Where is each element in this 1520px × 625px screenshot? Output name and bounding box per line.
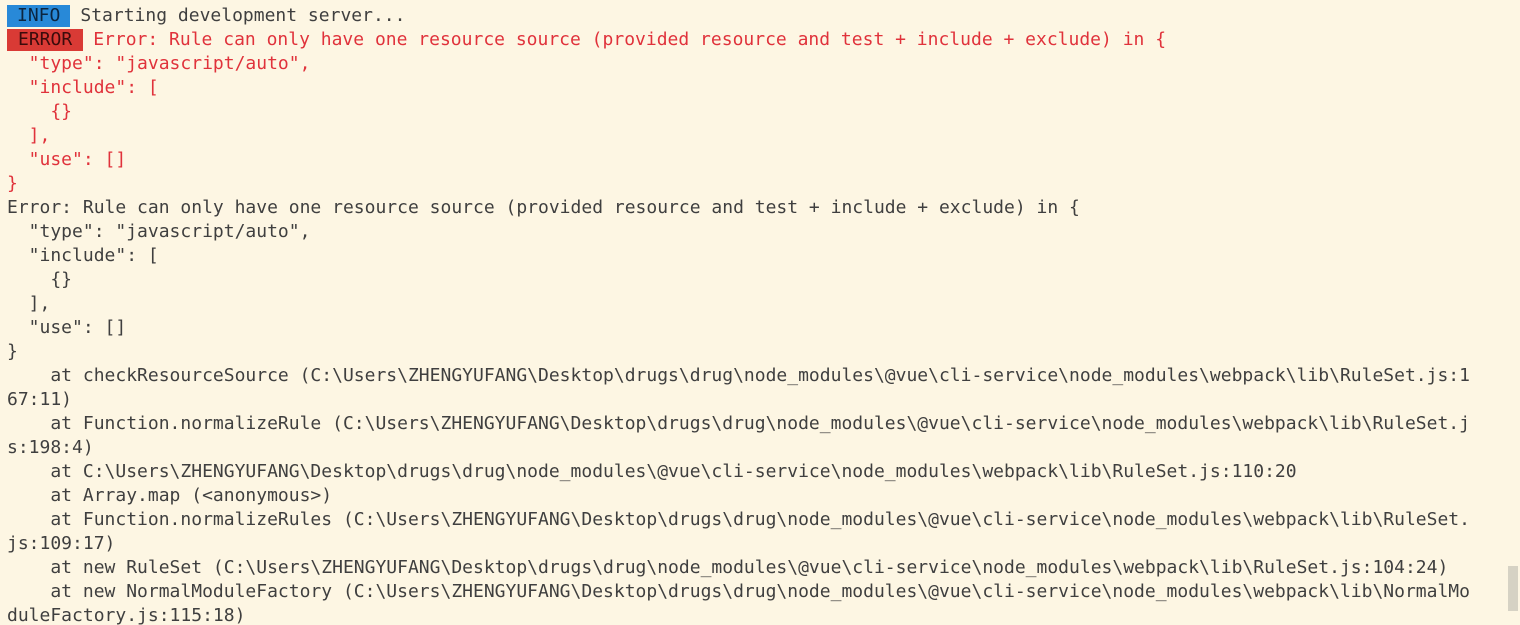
- error-json-line: "type": "javascript/auto",: [7, 53, 311, 74]
- stack-line: at Function.normalizeRules (C:\Users\ZHE…: [7, 509, 1470, 530]
- vertical-scrollbar[interactable]: [1506, 0, 1520, 625]
- stack-line: duleFactory.js:115:18): [7, 605, 246, 625]
- stack-line: at checkResourceSource (C:\Users\ZHENGYU…: [7, 365, 1470, 386]
- scrollbar-thumb[interactable]: [1508, 566, 1518, 611]
- stack-line: at new RuleSet (C:\Users\ZHENGYUFANG\Des…: [7, 557, 1449, 578]
- error-json-line: ],: [7, 125, 51, 146]
- info-message: Starting development server...: [80, 5, 406, 26]
- stack-line: }: [7, 341, 18, 362]
- error-badge: ERROR: [7, 29, 84, 51]
- info-badge: INFO: [7, 5, 71, 27]
- stack-line: s:198:4): [7, 437, 94, 458]
- stack-line: "use": []: [7, 317, 127, 338]
- stack-line: at Function.normalizeRule (C:\Users\ZHEN…: [7, 413, 1470, 434]
- stack-line: {}: [7, 269, 73, 290]
- error-json-line: }: [7, 173, 18, 194]
- error-json-line: "use": []: [7, 149, 127, 170]
- stack-line: js:109:17): [7, 533, 116, 554]
- stack-line: at C:\Users\ZHENGYUFANG\Desktop\drugs\dr…: [7, 461, 1297, 482]
- error-message: Error: Rule can only have one resource s…: [93, 29, 1167, 50]
- error-line: ERROR Error: Rule can only have one resou…: [7, 28, 1520, 52]
- stack-line: at new NormalModuleFactory (C:\Users\ZHE…: [7, 581, 1470, 602]
- info-line: INFO Starting development server...: [7, 4, 1520, 28]
- error-json-line: "include": [: [7, 77, 159, 98]
- stack-line: 67:11): [7, 389, 73, 410]
- terminal-output[interactable]: INFO Starting development server... ERROR…: [0, 0, 1520, 625]
- stack-line: ],: [7, 293, 51, 314]
- stack-line: at Array.map (<anonymous>): [7, 485, 333, 506]
- stack-line: "include": [: [7, 245, 159, 266]
- error-json-line: {}: [7, 101, 73, 122]
- stack-line: "type": "javascript/auto",: [7, 221, 311, 242]
- stack-line: Error: Rule can only have one resource s…: [7, 197, 1080, 218]
